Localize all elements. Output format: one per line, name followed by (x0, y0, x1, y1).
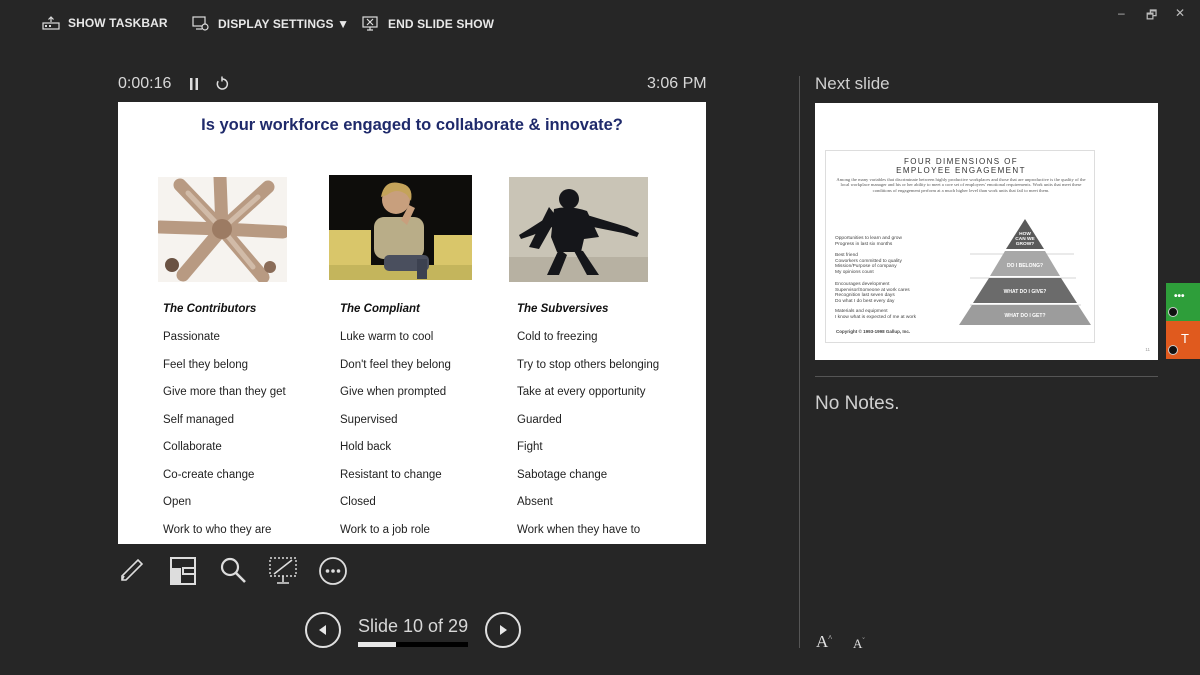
previous-slide-button[interactable] (305, 612, 341, 648)
slide-title: Is your workforce engaged to collaborate… (201, 116, 623, 134)
group-get: Materials and equipment I know what is e… (835, 309, 916, 320)
list-item: Sabotage change (517, 468, 608, 481)
contributors-column: The Contributors Passionate Feel they be… (163, 300, 333, 544)
end-slide-show-button[interactable]: END SLIDE SHOW (362, 16, 494, 32)
list-item: Closed (340, 496, 376, 508)
engagement-pyramid: HOW CAN WE GROW? DO I BELONG? WHAT DO I GI… (959, 219, 1091, 325)
text-tab[interactable]: T (1166, 321, 1200, 359)
pyramid-level-get: WHAT DO I GET? (1004, 313, 1045, 319)
list-item: Opportunities to learn and grow (835, 236, 902, 241)
more-options-icon[interactable] (318, 556, 348, 591)
list-item: Self managed (163, 413, 234, 426)
list-item: Co-create change (163, 468, 255, 481)
list-item: Guarded (517, 413, 562, 426)
group-belong: Best friend Coworkers committed to quali… (835, 253, 902, 275)
list-item: Take at every opportunity (517, 386, 646, 398)
list-item: Try to stop others belonging (517, 358, 660, 371)
next-arrow-icon (500, 625, 507, 635)
black-screen-icon[interactable] (268, 556, 298, 591)
list-item: Give more than they get (163, 386, 286, 398)
more-tab-label: ••• (1174, 291, 1185, 302)
pyramid-level-give: WHAT DO I GIVE? (1004, 289, 1047, 295)
more-tab[interactable]: ••• (1166, 283, 1200, 321)
pyramid-level-belong: DO I BELONG? (1007, 263, 1043, 269)
list-item: Passionate (163, 331, 220, 343)
show-taskbar-label: SHOW TASKBAR (68, 16, 168, 30)
list-item: Progress in last six months (835, 241, 893, 247)
list-item: Don't feel they belong (340, 358, 451, 371)
next-slide-title-line1: FOUR DIMENSIONS OF (903, 157, 1019, 166)
show-taskbar-button[interactable]: SHOW TASKBAR (42, 16, 168, 30)
column-heading: The Contributors (163, 303, 257, 315)
next-slide-label: Next slide (815, 74, 890, 93)
list-item: Open (163, 496, 192, 508)
decrease-font-label: A (853, 636, 863, 651)
end-slide-show-label: END SLIDE SHOW (388, 17, 495, 31)
copyright-text: Copyright © 1993-1998 Gallup, Inc. (836, 329, 911, 334)
previous-arrow-icon (319, 625, 326, 635)
next-slide-button[interactable] (485, 612, 521, 648)
list-item: Do what I do best every day (835, 298, 895, 304)
elapsed-timer: 0:00:16 (118, 75, 172, 92)
group-give: Encourages development Supervisor/Someon… (835, 282, 910, 304)
compliant-column: The Compliant Luke warm to cool Don't fe… (340, 300, 510, 544)
next-slide-intro: Among the many variables that discrimina… (836, 177, 1086, 193)
display-settings-icon (192, 16, 210, 32)
pen-icon[interactable] (118, 556, 146, 589)
subversives-photo (509, 177, 648, 282)
restart-timer-icon[interactable] (215, 76, 229, 97)
list-item: I know what is expected of me at work (835, 314, 917, 320)
next-slide-preview[interactable]: FOUR DIMENSIONS OF EMPLOYEE ENGAGEMENT A… (815, 103, 1158, 360)
speaker-notes: No Notes. (815, 393, 900, 414)
increase-font-button[interactable]: A^ (816, 632, 832, 652)
list-item: Fight (517, 441, 543, 453)
clock: 3:06 PM (647, 75, 707, 92)
clock-small-icon (1168, 345, 1178, 355)
next-slide-title-line2: EMPLOYEE ENGAGEMENT (896, 166, 1026, 175)
end-show-icon (362, 16, 380, 32)
see-all-slides-icon[interactable] (167, 556, 197, 591)
list-item: Supervised (340, 413, 398, 426)
increase-font-label: A (816, 632, 829, 651)
list-item: Work to a job role (340, 523, 430, 536)
list-item: Feel they belong (163, 358, 249, 371)
slide-counter: Slide 10 of 29 (358, 616, 469, 636)
pause-icon[interactable] (188, 77, 200, 96)
list-item: Mission/Purpose of company (835, 264, 897, 269)
subversives-column: The Subversives Cold to freezing Try to … (517, 300, 687, 544)
display-settings-button[interactable]: DISPLAY SETTINGS ▼ (192, 16, 349, 32)
pane-divider (799, 76, 800, 648)
list-item: Resistant to change (340, 468, 442, 481)
column-heading: The Compliant (340, 303, 420, 315)
zoom-icon[interactable] (219, 556, 247, 589)
list-item: Work when they have to (517, 523, 641, 536)
clock-small-icon (1168, 307, 1178, 317)
list-item: Hold back (340, 441, 392, 453)
list-item: Collaborate (163, 441, 222, 453)
list-item: Absent (517, 496, 553, 508)
group-grow: Opportunities to learn and grow Progress… (835, 236, 902, 247)
display-settings-label: DISPLAY SETTINGS ▼ (218, 17, 350, 31)
list-item: Give when prompted (340, 386, 447, 398)
slide-progress-fill (358, 642, 396, 647)
compliant-photo (329, 175, 472, 280)
next-slide-page-number: 11 (1145, 347, 1150, 352)
close-button[interactable]: ✕ (1175, 6, 1185, 20)
engagement-figure: FOUR DIMENSIONS OF EMPLOYEE ENGAGEMENT A… (825, 150, 1095, 343)
list-item: Work to who they are (163, 523, 272, 536)
minimize-button[interactable]: – (1118, 6, 1125, 20)
current-slide[interactable]: Is your workforce engaged to collaborate… (118, 102, 706, 544)
list-item: Luke warm to cool (340, 331, 434, 343)
notes-divider (815, 376, 1158, 377)
list-item: My opinions count (835, 269, 874, 275)
next-slide-title: FOUR DIMENSIONS OF EMPLOYEE ENGAGEMENT (826, 157, 1096, 175)
contributors-photo (153, 170, 290, 284)
slide-progress-bar (358, 642, 468, 647)
column-heading: The Subversives (517, 303, 609, 315)
taskbar-icon (42, 16, 60, 30)
list-item: Cold to freezing (517, 331, 598, 343)
restore-button[interactable]: 🗗 (1146, 6, 1157, 27)
decrease-font-button[interactable]: Aˇ (853, 636, 865, 652)
text-tab-label: T (1181, 331, 1189, 346)
